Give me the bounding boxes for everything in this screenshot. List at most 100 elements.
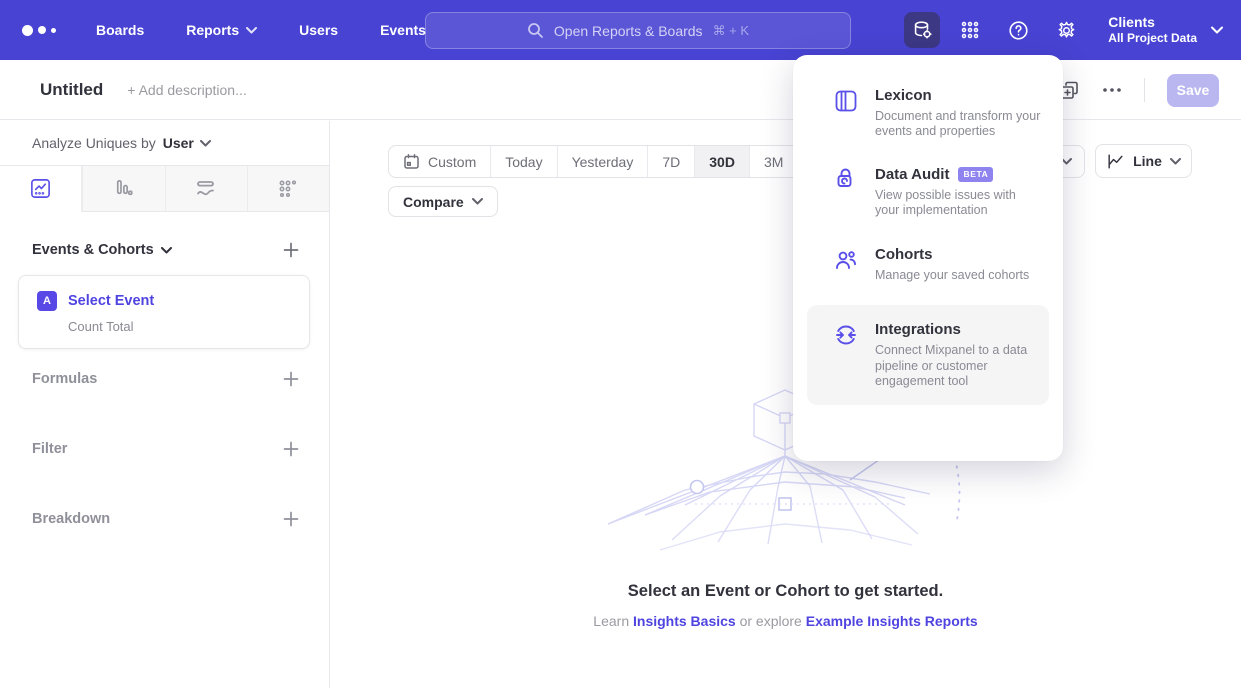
menu-item-title: Cohorts bbox=[875, 246, 933, 263]
empty-state-title: Select an Event or Cohort to get started… bbox=[330, 582, 1241, 601]
date-range-label: Today bbox=[505, 154, 542, 170]
breakdown-label: Breakdown bbox=[32, 511, 110, 527]
add-description-field[interactable]: + Add description... bbox=[127, 82, 246, 98]
apps-grid-icon bbox=[960, 20, 980, 40]
report-title[interactable]: Untitled bbox=[40, 80, 103, 100]
add-event-button[interactable] bbox=[283, 242, 299, 258]
compare-dropdown[interactable]: Compare bbox=[388, 186, 498, 217]
mixpanel-insights-app: Boards Reports Users Events Open Reports… bbox=[0, 0, 1241, 688]
tab-metrics-grid[interactable] bbox=[247, 166, 329, 211]
header-actions: Save bbox=[1059, 60, 1219, 120]
add-formula-button[interactable] bbox=[283, 371, 299, 387]
project-name: All Project Data bbox=[1108, 31, 1197, 47]
chevron-down-icon bbox=[1211, 26, 1223, 34]
date-range-custom[interactable]: Custom bbox=[389, 146, 490, 177]
date-range-7d[interactable]: 7D bbox=[647, 146, 694, 177]
date-range-label: 30D bbox=[709, 154, 735, 170]
events-cohorts-header: Events & Cohorts bbox=[0, 242, 329, 258]
settings-button[interactable] bbox=[1048, 12, 1084, 48]
filter-section: Filter bbox=[0, 441, 329, 457]
help-icon bbox=[1008, 20, 1029, 41]
bar-chart-tab-icon bbox=[112, 177, 135, 200]
analyze-uniques-row: Analyze Uniques by User bbox=[0, 121, 329, 166]
integrations-icon bbox=[833, 322, 859, 348]
date-range-label: Custom bbox=[428, 154, 476, 170]
chevron-down-icon bbox=[246, 27, 257, 34]
data-management-button[interactable] bbox=[904, 12, 940, 48]
database-gear-icon bbox=[911, 19, 933, 41]
events-cohorts-toggle[interactable]: Events & Cohorts bbox=[32, 242, 172, 258]
global-search-input[interactable]: Open Reports & Boards ⌘ + K bbox=[425, 12, 851, 49]
date-range-label: Yesterday bbox=[572, 154, 634, 170]
date-range-3m[interactable]: 3M bbox=[749, 146, 797, 177]
ellipsis-icon bbox=[1102, 87, 1122, 93]
menu-item-description: View possible issues with your implement… bbox=[875, 188, 1043, 219]
project-selector[interactable]: Clients All Project Data bbox=[1108, 13, 1223, 47]
menu-item-data-audit[interactable]: Data Audit BETA View possible issues wit… bbox=[793, 166, 1063, 219]
event-query-card[interactable]: A Select Event Count Total bbox=[18, 275, 310, 349]
menu-item-description: Connect Mixpanel to a data pipeline or c… bbox=[875, 343, 1035, 389]
add-breakdown-button[interactable] bbox=[283, 511, 299, 527]
example-insights-reports-link[interactable]: Example Insights Reports bbox=[806, 613, 978, 629]
tab-flow-chart[interactable] bbox=[165, 166, 247, 211]
nav-label: Events bbox=[380, 22, 426, 38]
filter-label: Filter bbox=[32, 441, 67, 457]
tab-bar-chart[interactable] bbox=[82, 166, 164, 211]
menu-item-integrations[interactable]: Integrations Connect Mixpanel to a data … bbox=[807, 305, 1049, 405]
compare-label: Compare bbox=[403, 194, 464, 210]
date-range-yesterday[interactable]: Yesterday bbox=[557, 146, 648, 177]
plus-icon bbox=[283, 441, 299, 457]
plus-icon bbox=[283, 371, 299, 387]
top-navbar: Boards Reports Users Events Open Reports… bbox=[0, 0, 1241, 60]
menu-item-title: Data Audit bbox=[875, 166, 949, 183]
data-audit-icon bbox=[833, 167, 858, 192]
nav-label: Users bbox=[299, 22, 338, 38]
menu-item-title: Lexicon bbox=[875, 87, 932, 104]
analyze-value-dropdown[interactable]: User bbox=[163, 135, 194, 151]
breakdown-section: Breakdown bbox=[0, 511, 329, 527]
chart-type-dropdown[interactable]: Line bbox=[1095, 144, 1192, 178]
search-placeholder: Open Reports & Boards bbox=[554, 23, 703, 39]
select-event-button[interactable]: Select Event bbox=[68, 293, 154, 309]
more-options-button[interactable] bbox=[1102, 87, 1122, 93]
insights-basics-link[interactable]: Insights Basics bbox=[633, 613, 736, 629]
subtitle-prefix: Learn bbox=[593, 613, 633, 629]
add-filter-button[interactable] bbox=[283, 441, 299, 457]
menu-item-lexicon[interactable]: Lexicon Document and transform your even… bbox=[793, 87, 1063, 140]
menu-item-description: Document and transform your events and p… bbox=[875, 109, 1043, 140]
lexicon-icon bbox=[833, 88, 859, 114]
nav-item-reports[interactable]: Reports bbox=[186, 22, 257, 38]
line-chart-tab-icon bbox=[29, 177, 52, 200]
nav-item-boards[interactable]: Boards bbox=[96, 22, 144, 38]
date-range-label: 3M bbox=[764, 154, 783, 170]
search-shortcut: ⌘ + K bbox=[713, 23, 750, 39]
nav-label: Reports bbox=[186, 22, 239, 38]
gear-icon bbox=[1056, 20, 1077, 41]
analyze-label: Analyze Uniques by bbox=[32, 135, 156, 151]
query-builder-sidebar: Analyze Uniques by User bbox=[0, 121, 330, 688]
flow-tab-icon bbox=[194, 177, 218, 201]
header-divider bbox=[1144, 78, 1145, 102]
menu-item-title: Integrations bbox=[875, 321, 961, 338]
date-range-today[interactable]: Today bbox=[490, 146, 556, 177]
event-series-badge: A bbox=[37, 291, 57, 311]
nav-item-users[interactable]: Users bbox=[299, 22, 338, 38]
nav-item-events[interactable]: Events bbox=[380, 22, 426, 38]
metrics-tab-icon bbox=[277, 178, 299, 200]
chevron-down-icon bbox=[161, 247, 172, 254]
plus-icon bbox=[283, 511, 299, 527]
tab-insights-line[interactable] bbox=[0, 166, 82, 212]
help-button[interactable] bbox=[1000, 12, 1036, 48]
date-range-30d-selected[interactable]: 30D bbox=[694, 146, 749, 177]
apps-grid-button[interactable] bbox=[952, 12, 988, 48]
menu-item-cohorts[interactable]: Cohorts Manage your saved cohorts bbox=[793, 246, 1063, 283]
save-button[interactable]: Save bbox=[1167, 74, 1219, 107]
chevron-down-icon[interactable] bbox=[200, 140, 211, 147]
chart-type-label: Line bbox=[1133, 153, 1162, 169]
mixpanel-logo-icon[interactable] bbox=[22, 25, 56, 36]
date-range-control: Custom Today Yesterday 7D 30D 3M 6M bbox=[388, 145, 847, 178]
event-aggregation[interactable]: Count Total bbox=[68, 319, 309, 334]
formulas-section: Formulas bbox=[0, 371, 329, 387]
chevron-down-icon bbox=[472, 198, 483, 205]
search-icon bbox=[527, 22, 544, 39]
